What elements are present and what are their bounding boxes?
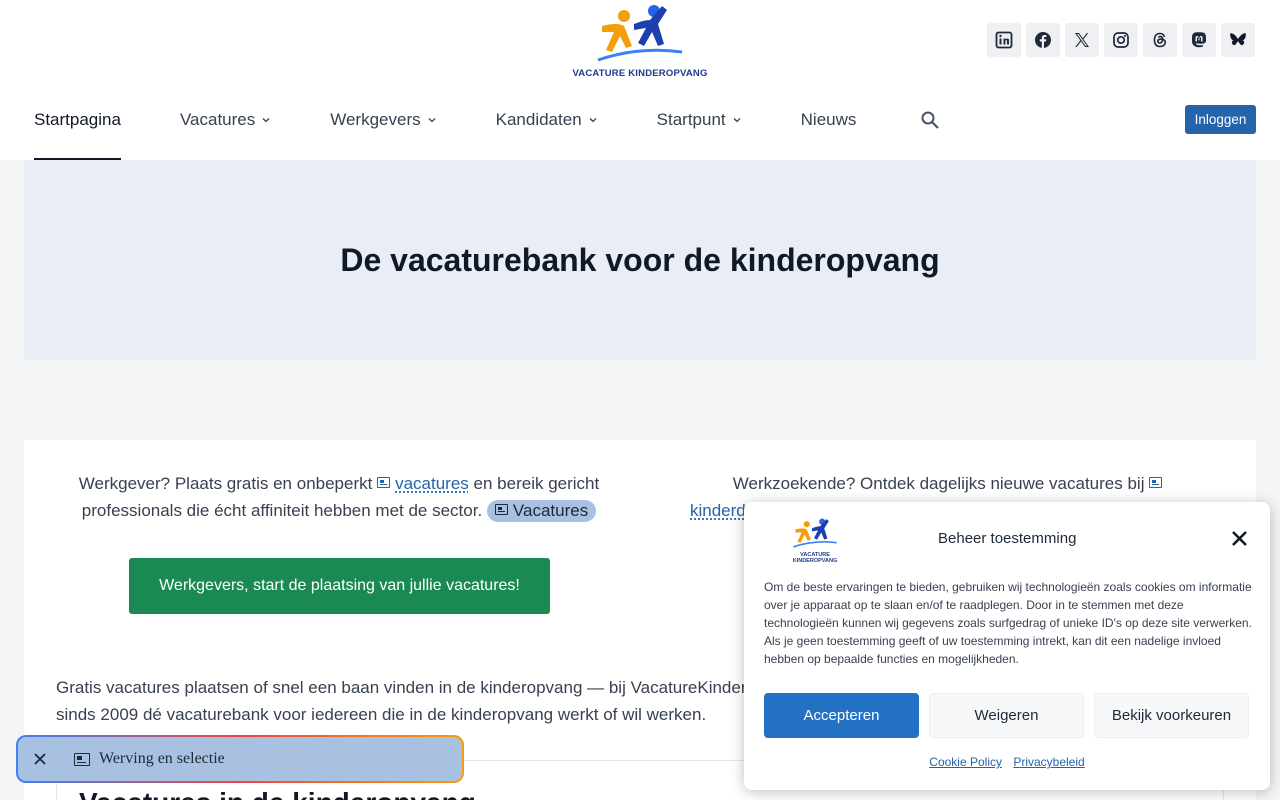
page-title: De vacaturebank voor de kinderopvang [340,241,940,278]
logo-figures-icon [597,5,683,62]
document-icon [74,752,90,766]
social-links [987,23,1255,57]
cookie-logo: VACATURE KINDEROPVANG [780,516,850,564]
mastodon-icon [1192,32,1206,48]
instagram-link[interactable] [1104,23,1138,57]
logo-text: VACATURE KINDEROPVANG [792,552,838,564]
nav-item-startpagina[interactable]: Startpagina [34,100,121,160]
threads-icon [1153,32,1167,48]
nav-label: Kandidaten [495,110,582,129]
mastodon-link[interactable] [1182,23,1216,57]
chevron-down-icon [428,118,436,123]
logo-figures-icon [793,518,837,548]
floating-category-tag[interactable]: Werving en selectie [16,735,464,783]
nav-label: Nieuws [800,110,857,129]
section-title: Vacatures in de kinderopvang [79,787,476,800]
jobseeker-text: Werkzoekende? Ontdek dagelijks nieuwe va… [732,474,1145,493]
close-icon[interactable] [1231,530,1248,547]
vacatures-tag[interactable]: Vacatures [486,500,597,522]
document-icon [1149,477,1163,488]
tag-label: Vacatures [512,501,589,520]
document-icon [377,477,391,488]
cookie-policy-link[interactable]: Cookie Policy [929,755,1002,769]
deny-button[interactable]: Weigeren [929,693,1084,738]
employer-cta-button[interactable]: Werkgevers, start de plaatsing van julli… [129,558,550,614]
main-nav: Startpagina Vacatures Werkgevers Kandida… [34,100,915,160]
facebook-icon [1035,32,1051,48]
linkedin-icon [995,31,1013,49]
close-icon[interactable] [33,752,47,766]
cookie-consent-dialog: VACATURE KINDEROPVANG Beheer toestemming… [744,502,1270,790]
nav-item-werkgevers[interactable]: Werkgevers [330,100,436,140]
nav-label: Vacatures [179,110,256,129]
chevron-down-icon [262,118,270,123]
tag-label: Werving en selectie [99,750,225,767]
site-header: VACATURE KINDEROPVANG Startpagina Vacatu… [0,0,1280,160]
cookie-title: Beheer toestemming [938,530,1077,547]
vacatures-link[interactable]: vacatures [395,474,469,493]
facebook-link[interactable] [1026,23,1060,57]
hero-section: De vacaturebank voor de kinderopvang [24,160,1256,360]
login-button[interactable]: Inloggen [1185,105,1256,134]
bluesky-icon [1230,33,1246,46]
kinderopvang-link[interactable]: kinderd [690,501,746,520]
nav-label: Startpagina [34,110,121,129]
employer-text: Werkgever? Plaats gratis en onbeperkt [78,474,373,493]
bluesky-link[interactable] [1221,23,1255,57]
nav-item-kandidaten[interactable]: Kandidaten [496,100,598,140]
instagram-icon [1113,32,1129,48]
employer-intro: Werkgever? Plaats gratis en onbeperkt va… [64,470,614,524]
x-link[interactable] [1065,23,1099,57]
nav-label: Werkgevers [330,110,421,129]
accept-button[interactable]: Accepteren [764,693,919,738]
site-logo[interactable]: VACATURE KINDEROPVANG [572,2,708,80]
threads-link[interactable] [1143,23,1177,57]
search-icon[interactable] [920,110,940,130]
cookie-links: Cookie Policy Privacybeleid [744,755,1270,769]
view-preferences-button[interactable]: Bekijk voorkeuren [1094,693,1249,738]
logo-text: VACATURE KINDEROPVANG [572,68,708,79]
privacy-policy-link[interactable]: Privacybeleid [1013,755,1084,769]
chevron-down-icon [733,118,741,123]
cookie-description: Om de beste ervaringen te bieden, gebrui… [764,580,1252,666]
cookie-actions: Accepteren Weigeren Bekijk voorkeuren [764,693,1249,738]
nav-label: Startpunt [656,110,726,129]
document-icon [494,504,508,515]
linkedin-link[interactable] [987,23,1021,57]
x-icon [1075,33,1089,47]
nav-item-vacatures[interactable]: Vacatures [180,100,271,140]
nav-item-startpunt[interactable]: Startpunt [657,100,742,140]
chevron-down-icon [589,118,597,123]
nav-item-nieuws[interactable]: Nieuws [801,100,857,140]
